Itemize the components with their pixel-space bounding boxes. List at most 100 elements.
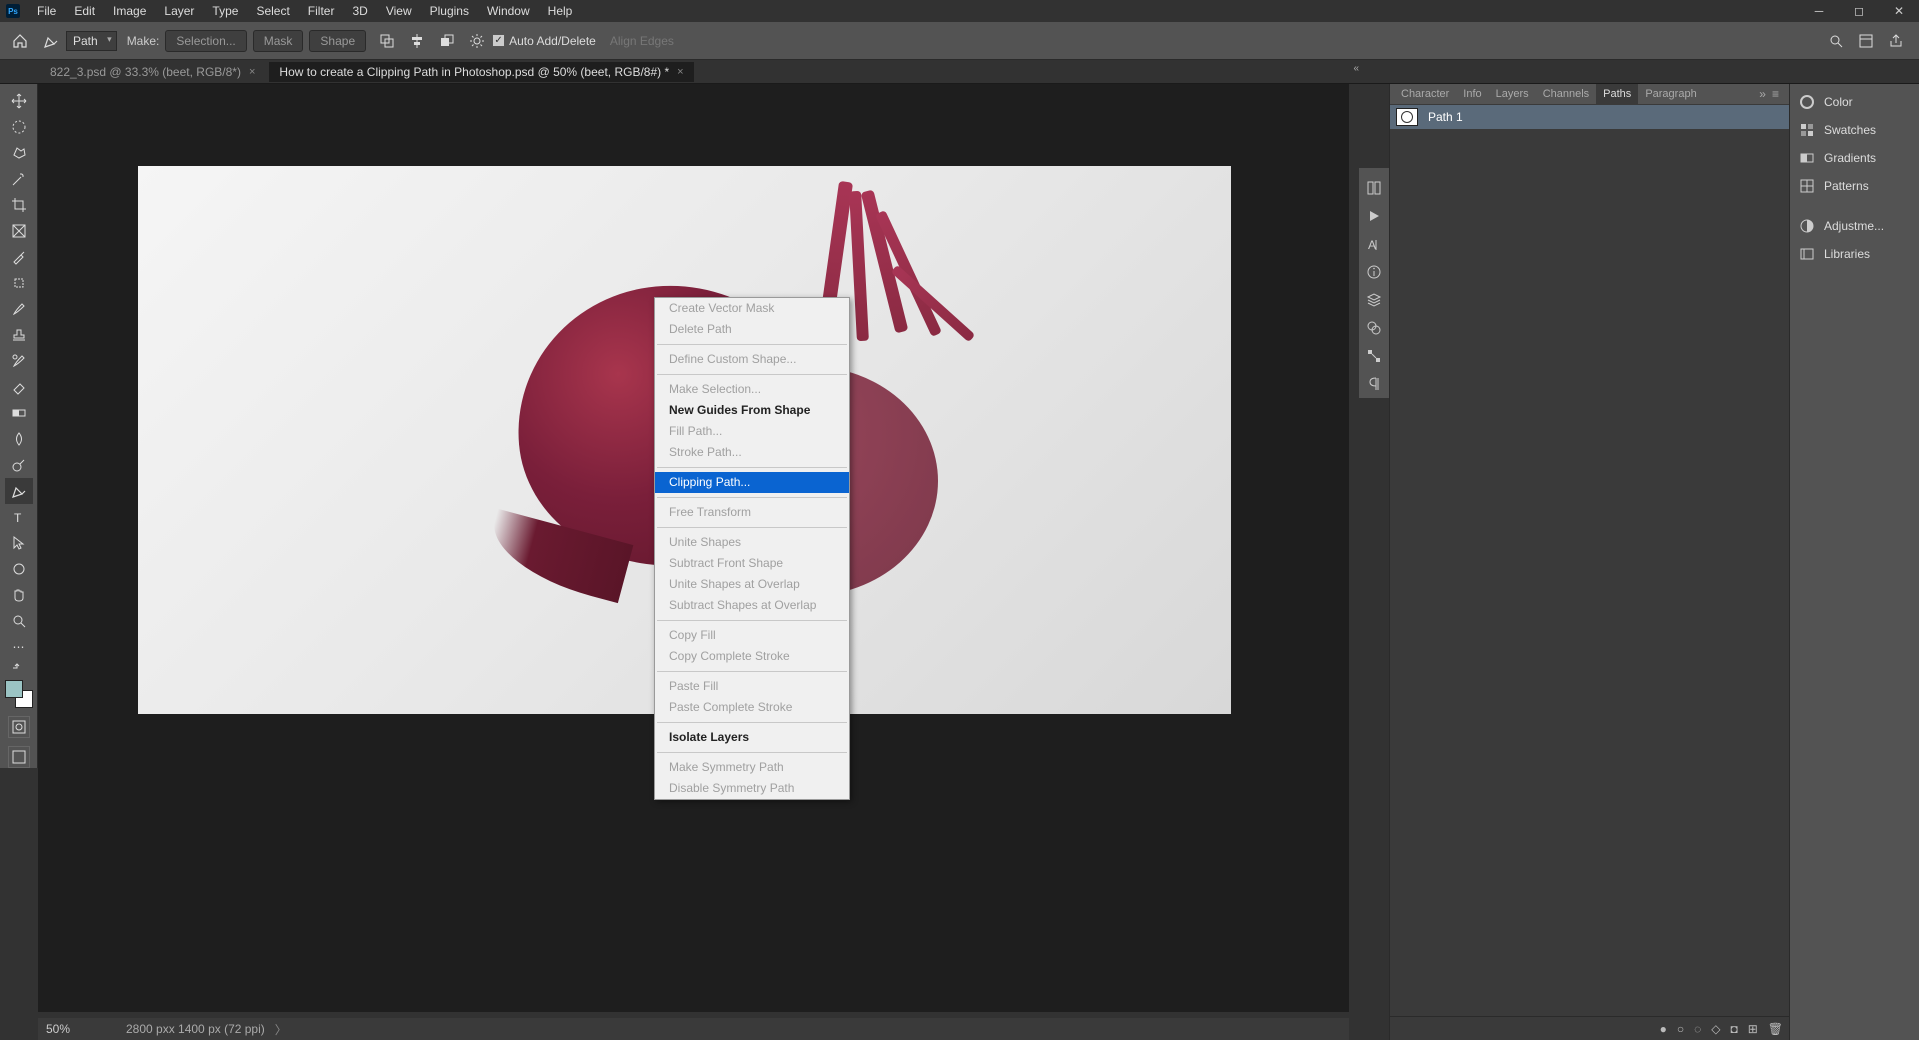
fill-path-icon[interactable]: ● bbox=[1660, 1022, 1667, 1036]
delete-path-icon[interactable]: 🗑 bbox=[1768, 1022, 1783, 1036]
menu-item-new-guides-from-shape[interactable]: New Guides From Shape bbox=[655, 400, 849, 421]
properties-panel-icon[interactable] bbox=[1363, 177, 1385, 199]
more-tools-icon[interactable]: ⋯ bbox=[5, 634, 33, 660]
tab-character[interactable]: Character bbox=[1394, 84, 1456, 104]
panel-gradients[interactable]: Gradients bbox=[1790, 144, 1919, 172]
menu-item-make-symmetry-path[interactable]: Make Symmetry Path bbox=[655, 757, 849, 778]
menu-item-copy-complete-stroke[interactable]: Copy Complete Stroke bbox=[655, 646, 849, 667]
pen-tool-icon[interactable] bbox=[40, 32, 62, 50]
menu-item-free-transform[interactable]: Free Transform bbox=[655, 502, 849, 523]
tab-channels[interactable]: Channels bbox=[1536, 84, 1596, 104]
menu-item-paste-fill[interactable]: Paste Fill bbox=[655, 676, 849, 697]
hand-tool[interactable] bbox=[5, 582, 33, 608]
quick-mask-toggle[interactable] bbox=[8, 716, 30, 738]
menu-item-subtract-shapes-overlap[interactable]: Subtract Shapes at Overlap bbox=[655, 595, 849, 616]
workspace-icon[interactable] bbox=[1854, 29, 1878, 53]
panel-patterns[interactable]: Patterns bbox=[1790, 172, 1919, 200]
share-icon[interactable] bbox=[1884, 29, 1908, 53]
menu-help[interactable]: Help bbox=[539, 4, 582, 18]
collapse-panel-icon[interactable]: « bbox=[1353, 63, 1359, 74]
menu-image[interactable]: Image bbox=[104, 4, 155, 18]
menu-view[interactable]: View bbox=[377, 4, 421, 18]
make-mask-button[interactable]: Mask bbox=[253, 30, 304, 52]
lasso-tool[interactable] bbox=[5, 140, 33, 166]
pen-tool[interactable] bbox=[5, 478, 33, 504]
menu-filter[interactable]: Filter bbox=[299, 4, 344, 18]
menu-3d[interactable]: 3D bbox=[343, 4, 376, 18]
tool-mode-dropdown[interactable]: Path bbox=[66, 31, 117, 51]
panel-libraries[interactable]: Libraries bbox=[1790, 240, 1919, 268]
healing-tool[interactable] bbox=[5, 270, 33, 296]
make-shape-button[interactable]: Shape bbox=[309, 30, 366, 52]
menu-window[interactable]: Window bbox=[478, 4, 539, 18]
layers-panel-icon[interactable] bbox=[1363, 289, 1385, 311]
tab-paths[interactable]: Paths bbox=[1596, 84, 1638, 104]
load-selection-icon[interactable]: ◌ bbox=[1694, 1022, 1701, 1036]
paths-panel-icon[interactable] bbox=[1363, 345, 1385, 367]
tab-info[interactable]: Info bbox=[1456, 84, 1488, 104]
zoom-tool[interactable] bbox=[5, 608, 33, 634]
home-button[interactable] bbox=[8, 29, 32, 53]
panel-adjustments[interactable]: Adjustme... bbox=[1790, 212, 1919, 240]
menu-item-copy-fill[interactable]: Copy Fill bbox=[655, 625, 849, 646]
stamp-tool[interactable] bbox=[5, 322, 33, 348]
menu-item-delete-path[interactable]: Delete Path bbox=[655, 319, 849, 340]
actions-panel-icon[interactable] bbox=[1363, 205, 1385, 227]
menu-file[interactable]: File bbox=[28, 4, 65, 18]
dodge-tool[interactable] bbox=[5, 452, 33, 478]
type-tool[interactable]: T bbox=[5, 504, 33, 530]
color-swatches[interactable] bbox=[5, 680, 33, 708]
menu-select[interactable]: Select bbox=[247, 4, 298, 18]
document-info[interactable]: 2800 pxx 1400 px (72 ppi) bbox=[126, 1022, 265, 1036]
menu-layer[interactable]: Layer bbox=[155, 4, 203, 18]
frame-tool[interactable] bbox=[5, 218, 33, 244]
menu-item-clipping-path[interactable]: Clipping Path... bbox=[655, 472, 849, 493]
close-tab-icon[interactable]: × bbox=[249, 66, 255, 78]
docinfo-chevron-icon[interactable]: 〉 bbox=[275, 1021, 287, 1038]
menu-item-isolate-layers[interactable]: Isolate Layers bbox=[655, 727, 849, 748]
maximize-button[interactable]: ◻ bbox=[1839, 0, 1879, 22]
path-alignment-icon[interactable] bbox=[405, 29, 429, 53]
menu-item-unite-shapes-overlap[interactable]: Unite Shapes at Overlap bbox=[655, 574, 849, 595]
close-tab-icon[interactable]: × bbox=[677, 66, 683, 78]
path-operations-icon[interactable] bbox=[375, 29, 399, 53]
menu-item-disable-symmetry-path[interactable]: Disable Symmetry Path bbox=[655, 778, 849, 799]
auto-add-delete-checkbox[interactable] bbox=[492, 34, 505, 47]
search-icon[interactable] bbox=[1824, 29, 1848, 53]
marquee-tool[interactable] bbox=[5, 114, 33, 140]
menu-type[interactable]: Type bbox=[203, 4, 247, 18]
menu-item-define-custom-shape[interactable]: Define Custom Shape... bbox=[655, 349, 849, 370]
panel-flyout-menu[interactable]: »≡ bbox=[1753, 87, 1785, 101]
wand-tool[interactable] bbox=[5, 166, 33, 192]
menu-item-fill-path[interactable]: Fill Path... bbox=[655, 421, 849, 442]
menu-item-unite-shapes[interactable]: Unite Shapes bbox=[655, 532, 849, 553]
path-select-tool[interactable] bbox=[5, 530, 33, 556]
crop-tool[interactable] bbox=[5, 192, 33, 218]
gear-icon[interactable] bbox=[465, 29, 489, 53]
screen-mode-toggle[interactable] bbox=[8, 746, 30, 768]
path-arrangement-icon[interactable] bbox=[435, 29, 459, 53]
menu-item-subtract-front-shape[interactable]: Subtract Front Shape bbox=[655, 553, 849, 574]
paths-list[interactable]: Path 1 bbox=[1390, 105, 1789, 1016]
add-mask-icon[interactable]: ◘ bbox=[1730, 1022, 1737, 1036]
menu-item-stroke-path[interactable]: Stroke Path... bbox=[655, 442, 849, 463]
panel-color[interactable]: Color bbox=[1790, 88, 1919, 116]
history-brush-tool[interactable] bbox=[5, 348, 33, 374]
path-item[interactable]: Path 1 bbox=[1390, 105, 1789, 129]
tab-paragraph[interactable]: Paragraph bbox=[1638, 84, 1703, 104]
swap-colors-icon[interactable] bbox=[5, 660, 33, 674]
panel-swatches[interactable]: Swatches bbox=[1790, 116, 1919, 144]
make-work-path-icon[interactable]: ◇ bbox=[1711, 1022, 1720, 1036]
document-tab[interactable]: How to create a Clipping Path in Photosh… bbox=[269, 62, 693, 82]
close-button[interactable]: ✕ bbox=[1879, 0, 1919, 22]
minimize-button[interactable]: ─ bbox=[1799, 0, 1839, 22]
brush-tool[interactable] bbox=[5, 296, 33, 322]
eyedropper-tool[interactable] bbox=[5, 244, 33, 270]
info-panel-icon[interactable] bbox=[1363, 261, 1385, 283]
foreground-color-swatch[interactable] bbox=[5, 680, 23, 698]
blur-tool[interactable] bbox=[5, 426, 33, 452]
stroke-path-icon[interactable]: ○ bbox=[1677, 1022, 1684, 1036]
character-panel-icon[interactable]: A bbox=[1363, 233, 1385, 255]
shape-tool[interactable] bbox=[5, 556, 33, 582]
move-tool[interactable] bbox=[5, 88, 33, 114]
